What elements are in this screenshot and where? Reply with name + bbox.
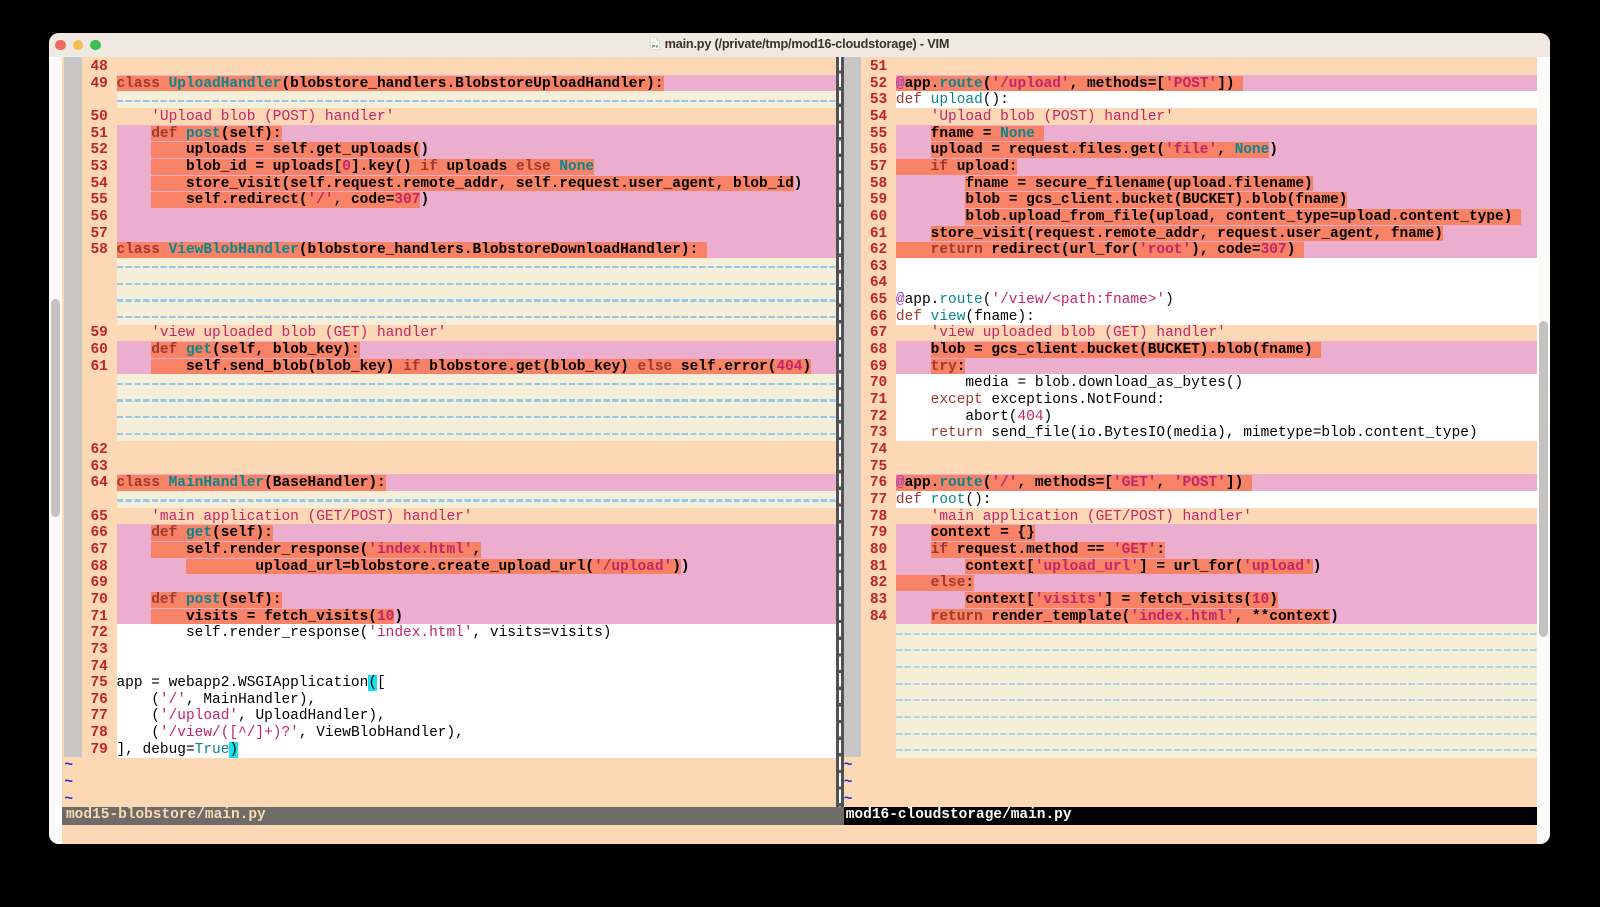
svg-text:PY: PY — [652, 44, 659, 50]
